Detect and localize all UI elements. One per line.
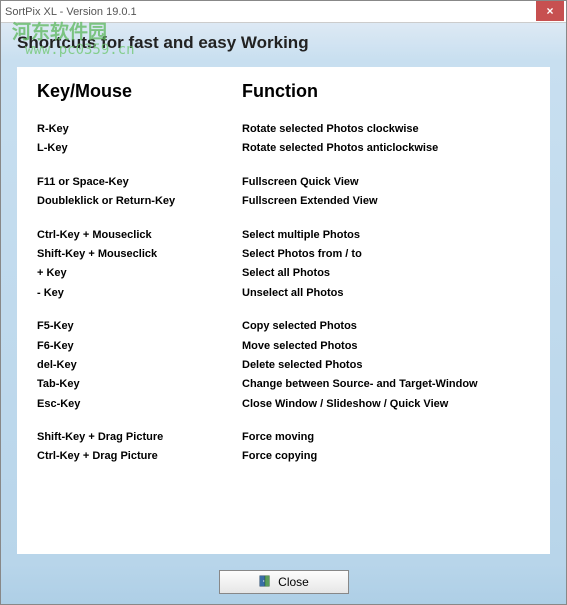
content-area: Key/Mouse Function R-Key Rotate selected… — [1, 61, 566, 564]
shortcut-key: del-Key — [37, 358, 242, 373]
shortcut-function: Rotate selected Photos clockwise — [242, 122, 530, 137]
table-row: F6-Key Move selected Photos — [37, 337, 530, 356]
shortcut-function: Fullscreen Extended View — [242, 194, 530, 209]
banner: Shortcuts for fast and easy Working — [1, 23, 566, 61]
shortcut-key: + Key — [37, 266, 242, 281]
door-icon — [258, 574, 272, 591]
close-button[interactable]: Close — [219, 570, 349, 594]
shortcut-group: Shift-Key + Drag Picture Force moving Ct… — [37, 428, 530, 467]
shortcut-key: F11 or Space-Key — [37, 175, 242, 190]
window: SortPix XL - Version 19.0.1 × Shortcuts … — [0, 0, 567, 605]
table-row: F5-Key Copy selected Photos — [37, 317, 530, 336]
table-row: - Key Unselect all Photos — [37, 284, 530, 303]
table-header: Key/Mouse Function — [37, 81, 530, 102]
shortcut-function: Fullscreen Quick View — [242, 175, 530, 190]
shortcut-function: Close Window / Slideshow / Quick View — [242, 397, 530, 412]
shortcut-function: Select multiple Photos — [242, 228, 530, 243]
shortcut-key: Shift-Key + Drag Picture — [37, 430, 242, 445]
table-row: Ctrl-Key + Mouseclick Select multiple Ph… — [37, 226, 530, 245]
footer: Close — [1, 564, 566, 604]
table-row: + Key Select all Photos — [37, 264, 530, 283]
shortcut-key: R-Key — [37, 122, 242, 137]
shortcut-function: Move selected Photos — [242, 339, 530, 354]
window-close-button[interactable]: × — [536, 1, 564, 21]
shortcut-group: Ctrl-Key + Mouseclick Select multiple Ph… — [37, 226, 530, 304]
titlebar: SortPix XL - Version 19.0.1 × — [1, 1, 566, 23]
shortcut-function: Copy selected Photos — [242, 319, 530, 334]
shortcut-key: - Key — [37, 286, 242, 301]
shortcut-function: Unselect all Photos — [242, 286, 530, 301]
shortcut-key: Ctrl-Key + Drag Picture — [37, 449, 242, 464]
shortcut-function: Rotate selected Photos anticlockwise — [242, 141, 530, 156]
shortcut-key: F5-Key — [37, 319, 242, 334]
shortcut-function: Select all Photos — [242, 266, 530, 281]
header-function: Function — [242, 81, 530, 102]
table-row: Shift-Key + Mouseclick Select Photos fro… — [37, 245, 530, 264]
table-row: del-Key Delete selected Photos — [37, 356, 530, 375]
shortcut-key: F6-Key — [37, 339, 242, 354]
close-button-label: Close — [278, 575, 309, 589]
shortcut-function: Force copying — [242, 449, 530, 464]
shortcuts-panel: Key/Mouse Function R-Key Rotate selected… — [17, 67, 550, 554]
shortcut-group: F11 or Space-Key Fullscreen Quick View D… — [37, 173, 530, 212]
shortcut-function: Force moving — [242, 430, 530, 445]
shortcut-key: Tab-Key — [37, 377, 242, 392]
shortcut-key: Esc-Key — [37, 397, 242, 412]
page-title: Shortcuts for fast and easy Working — [17, 33, 550, 53]
table-row: F11 or Space-Key Fullscreen Quick View — [37, 173, 530, 192]
shortcut-key: L-Key — [37, 141, 242, 156]
close-icon: × — [546, 4, 553, 18]
shortcut-group: F5-Key Copy selected Photos F6-Key Move … — [37, 317, 530, 414]
header-key: Key/Mouse — [37, 81, 242, 102]
shortcut-function: Select Photos from / to — [242, 247, 530, 262]
shortcut-key: Doubleklick or Return-Key — [37, 194, 242, 209]
window-title: SortPix XL - Version 19.0.1 — [5, 6, 137, 18]
table-row: Esc-Key Close Window / Slideshow / Quick… — [37, 395, 530, 414]
shortcut-function: Change between Source- and Target-Window — [242, 377, 530, 392]
shortcut-function: Delete selected Photos — [242, 358, 530, 373]
table-row: R-Key Rotate selected Photos clockwise — [37, 120, 530, 139]
table-row: Shift-Key + Drag Picture Force moving — [37, 428, 530, 447]
shortcut-group: R-Key Rotate selected Photos clockwise L… — [37, 120, 530, 159]
table-row: Tab-Key Change between Source- and Targe… — [37, 375, 530, 394]
table-row: L-Key Rotate selected Photos anticlockwi… — [37, 139, 530, 158]
table-row: Ctrl-Key + Drag Picture Force copying — [37, 447, 530, 466]
shortcut-key: Shift-Key + Mouseclick — [37, 247, 242, 262]
shortcut-key: Ctrl-Key + Mouseclick — [37, 228, 242, 243]
table-row: Doubleklick or Return-Key Fullscreen Ext… — [37, 192, 530, 211]
